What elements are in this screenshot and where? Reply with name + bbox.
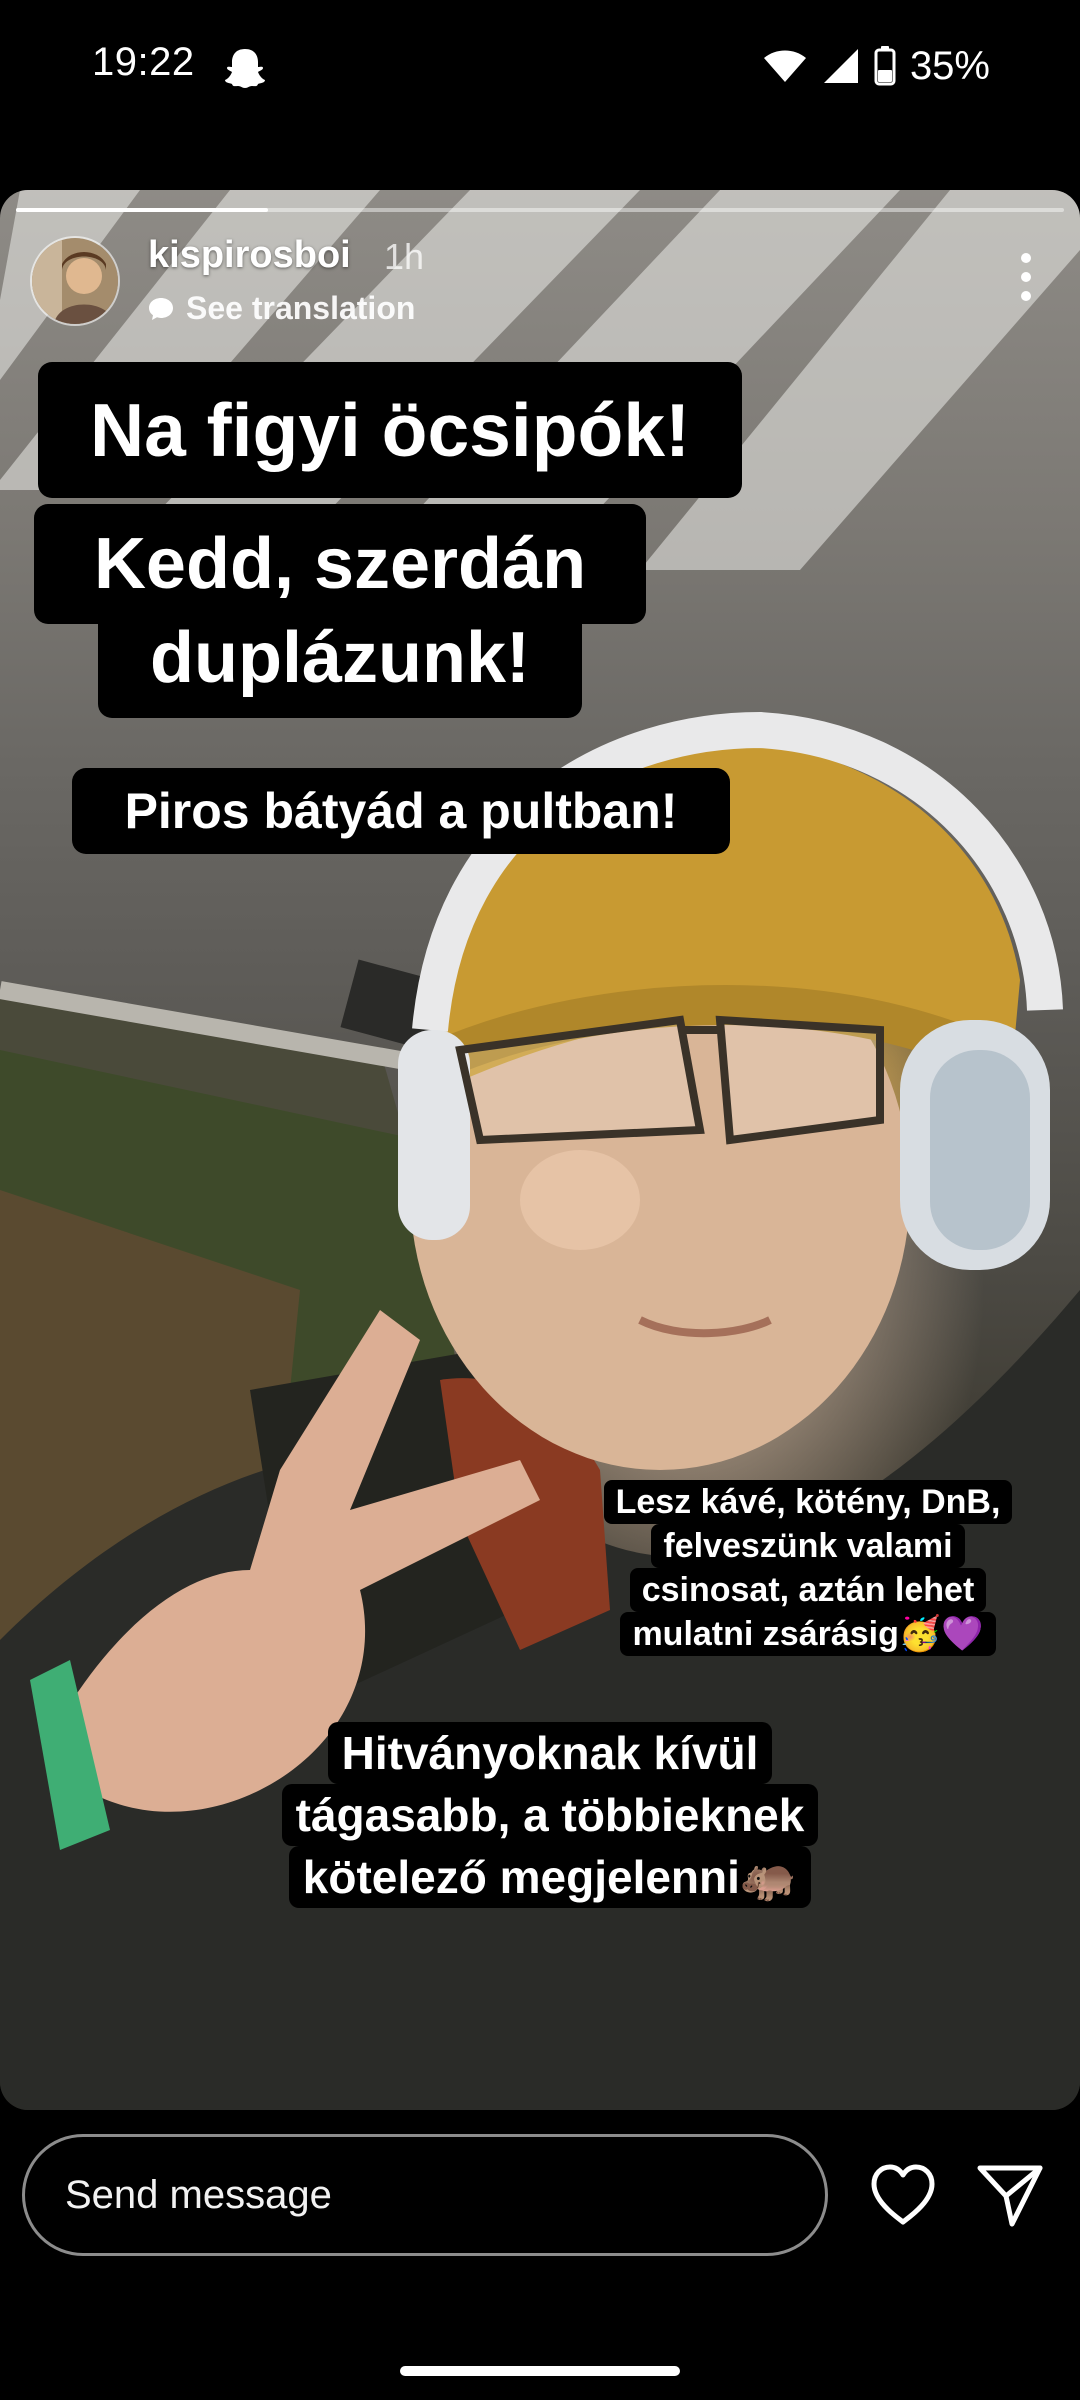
- story-username[interactable]: kispirosboi: [148, 234, 351, 277]
- see-translation-link[interactable]: See translation: [148, 290, 415, 327]
- caption-block-attendance: Hitványoknak kívül tágasabb, a többiekne…: [248, 1722, 852, 1924]
- caption-block-attendance-line: tágasabb, a többieknek: [281, 1784, 819, 1846]
- caption-block-coffee: Lesz kávé, kötény, DnB, felveszünk valam…: [584, 1474, 1032, 1660]
- wifi-icon: [763, 50, 806, 82]
- battery-percentage: 35%: [909, 43, 990, 88]
- signal-icon: [823, 49, 858, 83]
- caption-bartender: Piros bátyád a pultban!: [72, 768, 730, 854]
- home-indicator[interactable]: [400, 2366, 680, 2376]
- more-options-icon[interactable]: [1018, 252, 1034, 302]
- caption-block-coffee-line: Lesz kávé, kötény, DnB,: [603, 1480, 1013, 1524]
- see-translation-label: See translation: [186, 290, 416, 326]
- status-right-group: 35%: [762, 40, 990, 92]
- caption-line-2b: duplázunk!: [98, 598, 582, 718]
- avatar[interactable]: [30, 236, 120, 326]
- send-icon[interactable]: [974, 2162, 1046, 2228]
- story-progress-fill: [16, 208, 268, 212]
- heart-icon[interactable]: [868, 2162, 938, 2228]
- status-bar: 19:22 35%: [0, 0, 1080, 140]
- snapchat-notification-icon: [225, 49, 265, 88]
- battery-icon: [874, 46, 896, 86]
- caption-heading: Na figyi öcsipók!: [38, 362, 742, 498]
- send-message-input[interactable]: [22, 2134, 828, 2256]
- avatar-image: [32, 238, 118, 324]
- story-viewer[interactable]: kispirosboi 1h See translation Na figyi …: [0, 190, 1080, 2110]
- caption-block-coffee-line: csinosat, aztán lehet: [629, 1568, 987, 1612]
- story-progress-bar: [16, 208, 1064, 212]
- caption-block-coffee-line: mulatni zsárásig🥳💜: [620, 1612, 996, 1656]
- story-time-ago: 1h: [384, 236, 425, 277]
- caption-block-coffee-line: felveszünk valami: [651, 1524, 965, 1568]
- translation-bubble-icon: [149, 297, 173, 320]
- caption-block-attendance-line: Hitványoknak kívül: [327, 1722, 773, 1784]
- caption-block-attendance-line: kötelező megjelenni🦛: [288, 1846, 812, 1908]
- status-time: 19:22: [92, 40, 195, 84]
